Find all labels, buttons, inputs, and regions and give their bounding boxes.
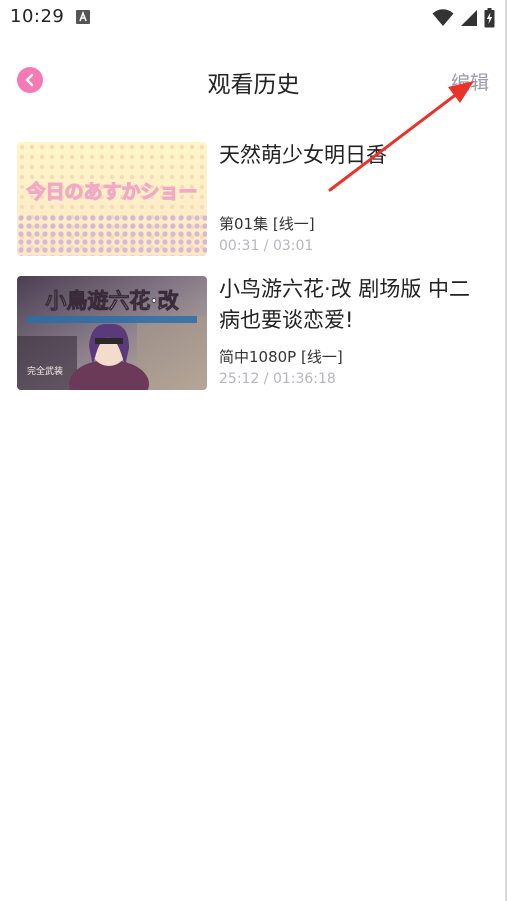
text-notification-icon (76, 10, 90, 24)
video-thumbnail: 今日のあすかショー (17, 142, 207, 256)
item-episode: 第01集 [线一] (219, 215, 315, 233)
item-progress: 25:12 / 01:36:18 (219, 371, 336, 387)
page-title: 观看历史 (207, 72, 300, 98)
signal-icon (461, 10, 477, 26)
phone-screen: 10:29 观看历史 编辑 今日のあすかショー 天然萌少女明日香 第01集 [线… (0, 0, 507, 901)
battery-icon (484, 8, 495, 28)
history-item-info: 天然萌少女明日香 第01集 [线一] 00:31 / 03:01 (219, 140, 491, 258)
status-icons (432, 8, 495, 28)
item-progress: 00:31 / 03:01 (219, 238, 314, 254)
history-item[interactable]: 今日のあすかショー 天然萌少女明日香 第01集 [线一] 00:31 / 03:… (17, 140, 491, 258)
thumbnail-logo: 小鳥遊六花·改 (45, 288, 179, 313)
item-episode: 简中1080P [线一] (219, 348, 343, 366)
status-time: 10:29 (10, 6, 65, 27)
history-item[interactable]: 小鳥遊六花·改 完全武装 小鸟游六花·改 剧场版 中二病也要谈恋爱! 简中108… (17, 274, 491, 392)
thumbnail-logo: 今日のあすかショー (25, 180, 197, 203)
thumbnail-badge: 完全武装 (27, 365, 63, 377)
video-thumbnail: 小鳥遊六花·改 完全武装 (17, 276, 207, 390)
wifi-icon (432, 9, 454, 26)
edit-button[interactable]: 编辑 (451, 68, 489, 95)
status-bar: 10:29 (0, 0, 507, 36)
item-title: 小鸟游六花·改 剧场版 中二病也要谈恋爱! (219, 277, 471, 332)
history-list: 今日のあすかショー 天然萌少女明日香 第01集 [线一] 00:31 / 03:… (17, 140, 491, 408)
header-bar: 观看历史 编辑 (0, 56, 507, 104)
history-item-info: 小鸟游六花·改 剧场版 中二病也要谈恋爱! 简中1080P [线一] 25:12… (219, 274, 491, 392)
item-title: 天然萌少女明日香 (219, 143, 387, 167)
